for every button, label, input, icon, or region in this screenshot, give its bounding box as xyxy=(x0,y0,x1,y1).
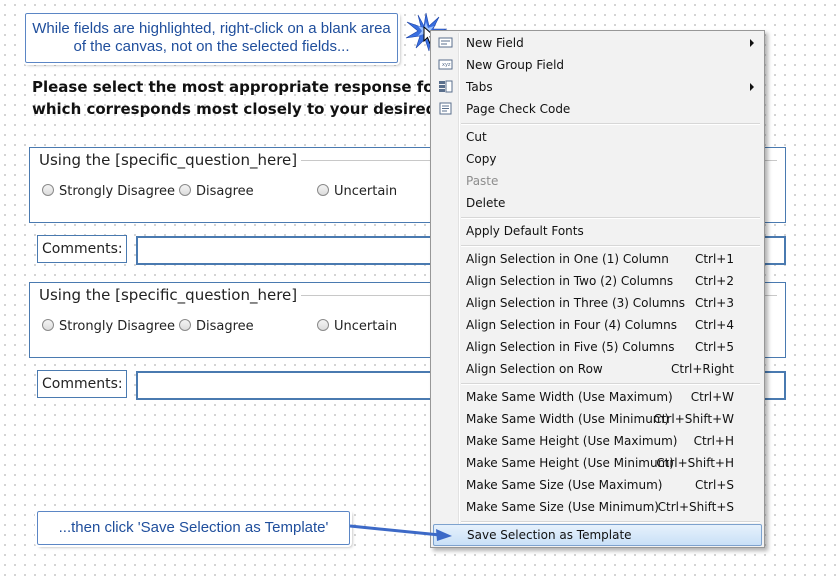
menu-item-label: Align Selection in Four (4) Columns xyxy=(466,318,677,332)
instruction-line-2: which corresponds most closely to your d… xyxy=(32,100,479,118)
menu-item-label: Make Same Height (Use Minimum) xyxy=(466,456,674,470)
instruction-callout-top: While fields are highlighted, right-clic… xyxy=(23,11,400,65)
check-code-icon xyxy=(439,102,452,115)
menu-item-shortcut: Ctrl+4 xyxy=(694,318,734,332)
menu-item-shortcut: Ctrl+1 xyxy=(694,252,734,266)
radio-icon[interactable] xyxy=(179,319,191,331)
menu-item-same-width-min[interactable]: Make Same Width (Use Minimum) Ctrl+Shift+… xyxy=(433,408,762,430)
menu-item-align-one-column[interactable]: Align Selection in One (1) Column Ctrl+1 xyxy=(433,248,762,270)
question-title: Using the [specific_question_here] xyxy=(39,151,302,169)
menu-item-same-width-max[interactable]: Make Same Width (Use Maximum) Ctrl+W xyxy=(433,386,762,408)
comments-label: Comments: xyxy=(37,370,127,398)
menu-item-page-check-code[interactable]: Page Check Code xyxy=(433,98,762,120)
radio-icon[interactable] xyxy=(317,184,329,196)
context-menu[interactable]: New Field xyz New Group Field Tabs Page … xyxy=(430,30,765,548)
menu-item-label: Page Check Code xyxy=(466,102,571,116)
menu-item-label: Apply Default Fonts xyxy=(466,224,584,238)
menu-item-label: Make Same Width (Use Maximum) xyxy=(466,390,673,404)
menu-item-align-three-columns[interactable]: Align Selection in Three (3) Columns Ctrl… xyxy=(433,292,762,314)
callout-top-text: While fields are highlighted, right-clic… xyxy=(32,20,391,55)
menu-item-shortcut: Ctrl+Shift+S xyxy=(657,500,734,514)
option-strongly-disagree[interactable]: Strongly Disagree xyxy=(42,319,175,334)
menu-item-tabs[interactable]: Tabs xyxy=(433,76,762,98)
submenu-arrow-icon xyxy=(750,39,754,47)
instruction-line-1: Please select the most appropriate respo… xyxy=(32,78,487,96)
menu-item-same-size-min[interactable]: Make Same Size (Use Minimum) Ctrl+Shift+S xyxy=(433,496,762,518)
menu-item-label: Make Same Size (Use Minimum) xyxy=(466,500,659,514)
menu-separator xyxy=(461,245,760,247)
menu-item-label: New Field xyxy=(466,36,524,50)
option-label: Disagree xyxy=(196,184,254,199)
menu-item-delete[interactable]: Delete xyxy=(433,192,762,214)
menu-item-shortcut: Ctrl+S xyxy=(694,478,734,492)
option-label: Strongly Disagree xyxy=(59,184,175,199)
question-title: Using the [specific_question_here] xyxy=(39,286,302,304)
callout-bottom-text: ...then click 'Save Selection as Templat… xyxy=(58,519,329,536)
menu-item-label: Cut xyxy=(466,130,487,144)
menu-item-label: Copy xyxy=(466,152,497,166)
menu-item-apply-default-fonts[interactable]: Apply Default Fonts xyxy=(433,220,762,242)
svg-text:xyz: xyz xyxy=(442,62,451,68)
radio-icon[interactable] xyxy=(317,319,329,331)
option-label: Strongly Disagree xyxy=(59,319,175,334)
menu-item-shortcut: Ctrl+H xyxy=(693,434,734,448)
menu-item-label: Make Same Size (Use Maximum) xyxy=(466,478,663,492)
menu-item-shortcut: Ctrl+Shift+H xyxy=(656,456,734,470)
menu-item-label: Make Same Height (Use Maximum) xyxy=(466,434,678,448)
comments-label: Comments: xyxy=(37,235,127,263)
option-strongly-disagree[interactable]: Strongly Disagree xyxy=(42,184,175,199)
menu-item-same-size-max[interactable]: Make Same Size (Use Maximum) Ctrl+S xyxy=(433,474,762,496)
menu-item-new-group-field[interactable]: xyz New Group Field xyxy=(433,54,762,76)
menu-separator xyxy=(461,383,760,385)
field-icon xyxy=(438,37,453,48)
option-disagree[interactable]: Disagree xyxy=(179,184,254,199)
menu-item-paste[interactable]: Paste xyxy=(433,170,762,192)
radio-icon[interactable] xyxy=(42,319,54,331)
option-label: Uncertain xyxy=(334,319,398,334)
menu-item-label: Delete xyxy=(466,196,506,210)
menu-separator xyxy=(461,521,760,523)
menu-item-label: New Group Field xyxy=(466,58,565,72)
pointer-arrow-icon xyxy=(349,524,452,541)
menu-item-align-two-columns[interactable]: Align Selection in Two (2) Columns Ctrl+2 xyxy=(433,270,762,292)
menu-item-align-five-columns[interactable]: Align Selection in Five (5) Columns Ctrl+… xyxy=(433,336,762,358)
menu-item-same-height-max[interactable]: Make Same Height (Use Maximum) Ctrl+H xyxy=(433,430,762,452)
menu-item-label: Save Selection as Template xyxy=(467,528,632,542)
option-disagree[interactable]: Disagree xyxy=(179,319,254,334)
menu-separator xyxy=(461,123,760,125)
instruction-callout-bottom: ...then click 'Save Selection as Templat… xyxy=(35,509,352,547)
radio-icon[interactable] xyxy=(179,184,191,196)
menu-item-label: Align Selection in One (1) Column xyxy=(466,252,669,266)
menu-item-align-four-columns[interactable]: Align Selection in Four (4) Columns Ctrl+… xyxy=(433,314,762,336)
menu-item-label: Tabs xyxy=(466,80,493,94)
menu-item-label: Align Selection on Row xyxy=(466,362,603,376)
menu-item-same-height-min[interactable]: Make Same Height (Use Minimum) Ctrl+Shift… xyxy=(433,452,762,474)
option-label: Disagree xyxy=(196,319,254,334)
menu-item-shortcut: Ctrl+W xyxy=(690,390,734,404)
submenu-arrow-icon xyxy=(750,83,754,91)
menu-item-label: Align Selection in Two (2) Columns xyxy=(466,274,674,288)
menu-item-shortcut: Ctrl+3 xyxy=(694,296,734,310)
option-label: Uncertain xyxy=(334,184,398,199)
option-uncertain[interactable]: Uncertain xyxy=(317,184,397,199)
menu-item-new-field[interactable]: New Field xyxy=(433,32,762,54)
menu-item-shortcut: Ctrl+Shift+W xyxy=(653,412,734,426)
menu-item-save-selection-as-template[interactable]: Save Selection as Template xyxy=(433,524,762,546)
menu-separator xyxy=(461,217,760,219)
radio-icon[interactable] xyxy=(42,184,54,196)
menu-item-copy[interactable]: Copy xyxy=(433,148,762,170)
menu-item-label: Align Selection in Three (3) Columns xyxy=(466,296,685,310)
menu-item-label: Paste xyxy=(466,174,499,188)
group-field-icon: xyz xyxy=(438,59,453,70)
menu-item-cut[interactable]: Cut xyxy=(433,126,762,148)
menu-item-shortcut: Ctrl+Right xyxy=(670,362,734,376)
menu-item-label: Align Selection in Five (5) Columns xyxy=(466,340,675,354)
menu-item-label: Make Same Width (Use Minimum) xyxy=(466,412,670,426)
option-uncertain[interactable]: Uncertain xyxy=(317,319,397,334)
menu-item-shortcut: Ctrl+5 xyxy=(694,340,734,354)
menu-item-align-on-row[interactable]: Align Selection on Row Ctrl+Right xyxy=(433,358,762,380)
menu-item-shortcut: Ctrl+2 xyxy=(694,274,734,288)
tabs-icon xyxy=(439,80,453,93)
